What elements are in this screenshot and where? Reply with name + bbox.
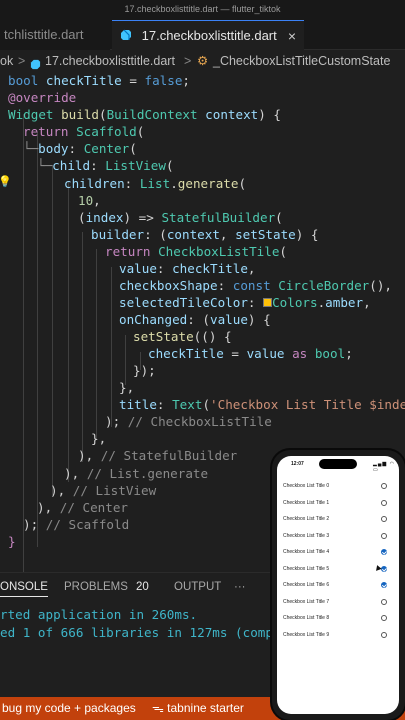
lightbulb-icon[interactable]: 💡 (0, 175, 12, 188)
checkbox[interactable] (381, 532, 387, 539)
code-line: }, (119, 380, 135, 395)
list-item-title: Checkbox List Title 3 (283, 532, 330, 539)
code-line: builder: (context, setState) { (91, 227, 319, 242)
phone-status-bar: 12:07 ▂▄▆ ◠ ▭ (277, 456, 399, 473)
code-line: onChanged: (value) { (119, 312, 271, 327)
checkbox[interactable] (381, 615, 387, 621)
code-line: children: List.generate( (64, 176, 247, 191)
code-line: @override (8, 90, 77, 105)
indent-guide (82, 232, 83, 462)
indent-guide (111, 267, 112, 427)
debug-status[interactable]: bug my code + packages (2, 698, 136, 718)
code-line: ); // CheckboxListTile (105, 414, 272, 429)
list-item-title: Checkbox List Title 5 (283, 565, 330, 572)
console-line: rted application in 260ms. (0, 607, 198, 622)
symbol-class-icon: ⚙ (197, 54, 209, 68)
code-line: setState(() { (133, 329, 232, 344)
list-item[interactable]: Checkbox List Title 9 (277, 627, 399, 644)
indent-guide (96, 249, 97, 439)
dart-file-icon (121, 29, 131, 40)
list-item[interactable]: Checkbox List Title 3 (277, 528, 399, 545)
code-line: return Scaffold( (23, 124, 145, 139)
tab-checkboxlisttitle[interactable]: 17.checkboxlisttitle.dart × (112, 20, 304, 50)
checkbox[interactable] (381, 631, 387, 638)
breadcrumb-symbol[interactable]: _CheckboxListTitleCustomState (213, 50, 390, 72)
code-line: selectedTileColor: Colors.amber, (119, 295, 371, 310)
tab-checkboxlisttitle-prev[interactable]: tchlisttitle.dart (0, 20, 110, 50)
indent-guide (52, 165, 53, 495)
phone-simulator: 12:07 ▂▄▆ ◠ ▭ Checkbox List Title 0 Check… (272, 450, 405, 720)
code-line: ), // StatefulBuilder (78, 448, 238, 463)
list-item[interactable]: Checkbox List Title 2 (277, 511, 399, 528)
list-item-title: Checkbox List Title 7 (283, 598, 330, 605)
checkbox[interactable] (381, 582, 387, 588)
code-line: } (8, 534, 16, 549)
list-item[interactable]: Checkbox List Title 0 (277, 478, 399, 495)
code-line: checkboxShape: const CircleBorder(), (119, 278, 392, 293)
tab-output[interactable]: OUTPUT (174, 581, 221, 593)
list-item-title: Checkbox List Title 4 (283, 549, 330, 555)
more-icon[interactable]: ··· (234, 581, 246, 593)
dynamic-island (319, 459, 357, 469)
chevron-right-icon: > (18, 54, 26, 68)
breadcrumb-file[interactable]: 17.checkboxlisttitle.dart (45, 50, 175, 72)
checkbox[interactable] (381, 483, 387, 489)
close-icon[interactable]: × (288, 21, 296, 51)
dart-file-icon (30, 55, 41, 70)
code-line: title: Text('Checkbox List Title $index'… (119, 397, 405, 412)
tab-label: tchlisttitle.dart (4, 27, 84, 42)
checkbox[interactable] (381, 549, 387, 555)
code-line: bool checkTitle = false; (8, 73, 191, 88)
list-item-title: Checkbox List Title 6 (283, 582, 330, 588)
code-line: Widget build(BuildContext context) { (8, 107, 282, 122)
tab-debug-console[interactable]: ONSOLE (0, 581, 48, 597)
indent-guide (68, 182, 69, 482)
code-line: ), // Center (37, 500, 128, 515)
code-line: value: checkTitle, (119, 261, 256, 276)
console-line: ed 1 of 666 libraries in 127ms (compile (0, 625, 296, 640)
list-item[interactable]: Checkbox List Title 1 (277, 495, 399, 512)
list-item[interactable]: Checkbox List Title 7 (277, 594, 399, 611)
list-item[interactable]: Checkbox List Title 6 (277, 577, 399, 594)
tabnine-icon: ᯓ (152, 701, 168, 715)
chevron-right-icon: > (184, 54, 192, 68)
indent-guide (125, 335, 126, 385)
code-line: checkTitle = value as bool; (148, 346, 353, 361)
breadcrumb-folder[interactable]: ok (0, 50, 13, 72)
phone-time: 12:07 (291, 461, 304, 467)
checkbox[interactable] (381, 598, 387, 605)
checkbox[interactable] (381, 516, 387, 522)
code-line: ), // List.generate (64, 466, 209, 481)
code-line: └─body: Center( (23, 141, 137, 156)
code-line: return CheckboxListTile( (105, 244, 287, 259)
code-line: (index) => StatefulBuilder( (78, 210, 283, 225)
problems-count-badge: 20 (136, 581, 149, 593)
editor-tabs: tchlisttitle.dart 17.checkboxlisttitle.d… (0, 20, 405, 50)
list-item-title: Checkbox List Title 0 (283, 483, 330, 489)
tab-problems[interactable]: PROBLEMS (64, 581, 128, 593)
breadcrumb: ok > 17.checkboxlisttitle.dart > ⚙ _Chec… (0, 50, 405, 72)
color-swatch[interactable] (263, 298, 273, 307)
indent-guide (37, 132, 38, 547)
checkbox[interactable] (381, 499, 387, 506)
list-item-title: Checkbox List Title 1 (283, 499, 330, 506)
list-item-title: Checkbox List Title 9 (283, 631, 330, 638)
code-line: └─child: ListView( (37, 158, 174, 173)
indent-guide (23, 114, 24, 572)
list-item[interactable]: Checkbox List Title 4 (277, 544, 399, 561)
code-line: }, (91, 431, 107, 446)
code-line: ); // Scaffold (23, 517, 130, 532)
phone-screen: 12:07 ▂▄▆ ◠ ▭ Checkbox List Title 0 Check… (277, 456, 399, 714)
list-item-title: Checkbox List Title 8 (283, 615, 330, 621)
tab-label: 17.checkboxlisttitle.dart (141, 28, 277, 43)
list-item[interactable]: Checkbox List Title 8 (277, 610, 399, 627)
tabnine-status[interactable]: ᯓ tabnine starter (152, 698, 244, 718)
list-item-title: Checkbox List Title 2 (283, 516, 330, 522)
code-line: }); (133, 363, 156, 378)
code-line: ), // ListView (50, 483, 157, 498)
window-title: 17.checkboxlisttitle.dart — flutter_tikt… (0, 0, 405, 20)
signal-icon: ▂▄▆ ◠ ▭ (373, 461, 395, 473)
code-line: 10, (78, 193, 101, 208)
